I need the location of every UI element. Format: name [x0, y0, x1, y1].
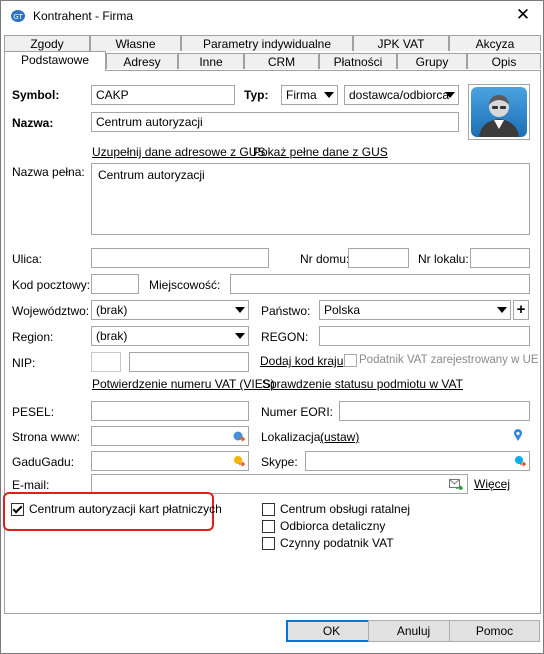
- email-input[interactable]: [91, 474, 468, 494]
- ratalnej-label: Centrum obsługi ratalnej: [280, 502, 411, 516]
- vat-status-link[interactable]: Sprawdzenie statusu podmiotu w VAT: [262, 377, 463, 391]
- email-label: E-mail:: [12, 478, 50, 492]
- cancel-button[interactable]: Anuluj: [368, 620, 459, 642]
- czynny-vat-checkbox[interactable]: [262, 537, 275, 550]
- region-value: (brak): [96, 329, 128, 343]
- wojewodztwo-value: (brak): [96, 303, 128, 317]
- window-title: Kontrahent - Firma: [33, 9, 134, 23]
- nazwa-input[interactable]: Centrum autoryzacji: [91, 112, 459, 132]
- symbol-label: Symbol:: [12, 88, 60, 102]
- detaliczny-label: Odbiorca detaliczny: [280, 519, 386, 533]
- gadugadu-input[interactable]: [91, 451, 249, 471]
- vies-link[interactable]: Potwierdzenie numeru VAT (VIES): [92, 377, 275, 391]
- cak-label: Centrum autoryzacji kart płatniczych: [29, 502, 222, 516]
- chevron-down-icon: [497, 307, 507, 313]
- avatar[interactable]: [468, 84, 530, 140]
- email-icon[interactable]: [449, 478, 463, 490]
- tab-jpk-vat[interactable]: JPK VAT: [353, 35, 449, 51]
- typ-select-value: Firma: [286, 88, 317, 102]
- gus-fill-link[interactable]: Uzupełnij dane adresowe z GUS: [92, 145, 265, 159]
- add-country-code-link[interactable]: Dodaj kod kraju: [260, 354, 343, 368]
- typ-label: Typ:: [244, 88, 269, 102]
- gadugadu-label: GaduGadu:: [12, 455, 75, 469]
- nr-lokalu-label: Nr lokalu:: [418, 252, 469, 266]
- tab-inne[interactable]: Inne: [178, 53, 244, 69]
- tab-platnosci[interactable]: Płatności: [319, 53, 397, 69]
- title-bar: GT Kontrahent - Firma ✕: [1, 1, 543, 31]
- app-icon: GT: [11, 10, 25, 22]
- tab-podstawowe[interactable]: Podstawowe: [4, 51, 106, 71]
- chevron-down-icon: [324, 92, 334, 98]
- kod-pocztowy-input[interactable]: [91, 274, 139, 294]
- svg-text:GT: GT: [13, 13, 23, 21]
- detaliczny-checkbox[interactable]: [262, 520, 275, 533]
- ok-button[interactable]: OK: [286, 620, 377, 642]
- region-label: Region:: [12, 330, 54, 344]
- gadugadu-icon[interactable]: [233, 455, 245, 467]
- person-icon: [471, 87, 527, 137]
- dialog-window: GT Kontrahent - Firma ✕ Zgody Własne Par…: [0, 0, 544, 654]
- skype-input[interactable]: [305, 451, 530, 471]
- gus-show-link[interactable]: Pokaż pełne dane z GUS: [253, 145, 388, 159]
- skype-icon[interactable]: [514, 455, 526, 467]
- ustaw-link[interactable]: (ustaw): [320, 430, 359, 444]
- pesel-label: PESEL:: [12, 405, 55, 419]
- cak-checkbox[interactable]: [11, 503, 24, 516]
- globe-arrow-icon[interactable]: [233, 430, 245, 442]
- ratalnej-checkbox[interactable]: [262, 503, 275, 516]
- tab-wlasne[interactable]: Własne: [90, 35, 181, 51]
- role-select-value: dostawca/odbiorca: [349, 88, 450, 102]
- kod-pocztowy-label: Kod pocztowy:: [12, 278, 91, 292]
- tab-adresy[interactable]: Adresy: [106, 53, 178, 69]
- nr-domu-label: Nr domu:: [300, 252, 350, 266]
- panstwo-value: Polska: [324, 303, 361, 317]
- nip-country-input: [91, 352, 121, 372]
- tab-crm[interactable]: CRM: [244, 53, 319, 69]
- chevron-down-icon: [235, 307, 245, 313]
- miejscowosc-input[interactable]: [230, 274, 530, 294]
- ulica-input[interactable]: [91, 248, 269, 268]
- tab-zgody[interactable]: Zgody: [4, 35, 90, 51]
- tab-grupy[interactable]: Grupy: [397, 53, 467, 69]
- eori-input[interactable]: [339, 401, 530, 421]
- www-input[interactable]: [91, 426, 249, 446]
- skype-label: Skype:: [261, 455, 298, 469]
- miejscowosc-label: Miejscowość:: [149, 278, 221, 292]
- region-select[interactable]: (brak): [91, 326, 249, 346]
- symbol-input[interactable]: CAKP: [91, 85, 235, 105]
- regon-label: REGON:: [261, 330, 309, 344]
- podatnik-vat-ue-label: Podatnik VAT zarejestrowany w UE: [359, 354, 539, 366]
- panstwo-select[interactable]: Polska: [319, 300, 511, 320]
- map-pin-icon[interactable]: [513, 429, 523, 442]
- role-select[interactable]: dostawca/odbiorca: [344, 85, 459, 105]
- ulica-label: Ulica:: [12, 252, 43, 266]
- pesel-input[interactable]: [91, 401, 249, 421]
- tab-opis[interactable]: Opis: [467, 53, 541, 69]
- wojewodztwo-label: Województwo:: [12, 304, 90, 318]
- help-button[interactable]: Pomoc: [449, 620, 540, 642]
- eori-label: Numer EORI:: [261, 405, 334, 419]
- nazwa-pelna-label: Nazwa pełna:: [12, 165, 85, 179]
- tab-akcyza[interactable]: Akcyza: [449, 35, 541, 51]
- chevron-down-icon: [235, 333, 245, 339]
- podatnik-vat-ue-checkbox: [344, 354, 357, 367]
- wojewodztwo-select[interactable]: (brak): [91, 300, 249, 320]
- chevron-down-icon: [445, 92, 455, 98]
- tab-parametry[interactable]: Parametry indywidualne: [181, 35, 353, 51]
- lokalizacja-label: Lokalizacja:: [261, 430, 324, 444]
- typ-select[interactable]: Firma: [281, 85, 338, 105]
- www-label: Strona www:: [12, 430, 81, 444]
- regon-input[interactable]: [319, 326, 530, 346]
- wiecej-link[interactable]: Więcej: [474, 477, 510, 491]
- nazwa-pelna-textarea[interactable]: Centrum autoryzacji: [91, 163, 530, 235]
- czynny-vat-label: Czynny podatnik VAT: [280, 536, 394, 550]
- add-country-button[interactable]: +: [513, 300, 529, 320]
- nip-input[interactable]: [129, 352, 249, 372]
- close-icon[interactable]: ✕: [513, 5, 533, 25]
- nr-lokalu-input[interactable]: [470, 248, 530, 268]
- panstwo-label: Państwo:: [261, 304, 311, 318]
- nip-label: NIP:: [12, 356, 36, 370]
- nazwa-label: Nazwa:: [12, 116, 54, 130]
- nr-domu-input[interactable]: [348, 248, 409, 268]
